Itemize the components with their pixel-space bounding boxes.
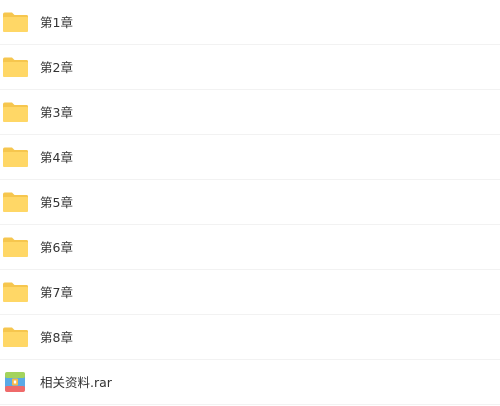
folder-name: 第4章 [40,150,73,165]
file-row[interactable]: 相关资料.rar [0,360,500,405]
folder-name: 第2章 [40,60,73,75]
folder-row[interactable]: 第2章 [0,45,500,90]
folder-icon [2,236,29,258]
folder-icon [2,281,29,303]
folder-icon [2,146,29,168]
folder-row[interactable]: 第4章 [0,135,500,180]
file-name: 相关资料.rar [40,375,112,390]
folder-icon [2,11,29,33]
folder-icon [2,56,29,78]
folder-name: 第7章 [40,285,73,300]
folder-icon [2,101,29,123]
folder-name: 第3章 [40,105,73,120]
folder-icon [2,191,29,213]
folder-row[interactable]: 第7章 [0,270,500,315]
folder-name: 第5章 [40,195,73,210]
folder-row[interactable]: 第5章 [0,180,500,225]
folder-row[interactable]: 第8章 [0,315,500,360]
folder-name: 第6章 [40,240,73,255]
folder-row[interactable]: 第3章 [0,90,500,135]
folder-row[interactable]: 第6章 [0,225,500,270]
folder-name: 第1章 [40,15,73,30]
file-list: 第1章 第2章 第3章 第4章 第5章 第6章 第7章 第8章 相关资料.rar [0,0,500,406]
folder-icon [2,326,29,348]
folder-name: 第8章 [40,330,73,345]
row-divider [0,404,500,405]
rar-archive-icon [2,371,29,393]
folder-row[interactable]: 第1章 [0,0,500,45]
